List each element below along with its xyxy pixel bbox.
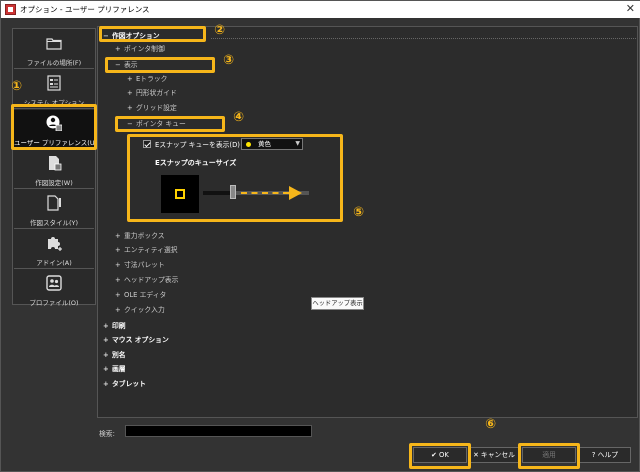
tree-node-label: 印刷 <box>112 322 126 330</box>
expand-icon: + <box>115 276 121 284</box>
tree-node-label: 寸法パレット <box>124 261 165 269</box>
app-icon <box>5 4 16 15</box>
profile-icon <box>46 275 62 291</box>
expand-icon: + <box>115 232 121 240</box>
tree-node-gravity-box[interactable]: + 重力ボックス <box>115 230 165 243</box>
close-icon[interactable]: ✕ <box>626 2 635 15</box>
highlight-box-pointer-cue <box>115 116 225 132</box>
callout-4: ④ <box>233 110 245 125</box>
tree-node-mouse-options[interactable]: + マウス オプション <box>103 334 169 347</box>
help-button[interactable]: ? ヘルプ <box>579 447 631 463</box>
tree-node-grid-settings[interactable]: + グリッド設定 <box>127 102 177 115</box>
highlight-box-apply <box>518 443 580 469</box>
tree-node-label: グリッド設定 <box>136 104 177 112</box>
callout-5: ⑤ <box>353 205 365 220</box>
callout-2: ② <box>214 23 226 38</box>
highlight-box-cue-settings <box>127 134 343 222</box>
tree-node-entity-select[interactable]: + エンティティ選択 <box>115 244 178 257</box>
tree-node-label: 円形状ガイド <box>136 89 177 97</box>
expand-icon: + <box>103 365 109 373</box>
title-bar: オプション - ユーザー プリファレンス ✕ <box>1 1 640 18</box>
drafting-settings-icon <box>49 156 62 171</box>
options-tree-panel <box>97 26 638 418</box>
highlight-box-drawing-options <box>99 26 206 42</box>
expand-icon: + <box>103 336 109 344</box>
divider <box>211 38 636 39</box>
puzzle-icon <box>48 237 62 251</box>
expand-icon: + <box>103 322 109 330</box>
search-input[interactable] <box>125 425 312 437</box>
expand-icon: + <box>103 351 109 359</box>
expand-icon: + <box>115 45 121 53</box>
tree-node-label: ヘッドアップ表示 <box>124 276 179 284</box>
tree-node-label: ポインタ制御 <box>124 45 165 53</box>
tree-node-alias[interactable]: + 別名 <box>103 349 126 362</box>
category-sidebar: ファイルの場所(F) システム オプション ユーザー プリファレンス(U) 作図… <box>12 28 97 307</box>
callout-6: ⑥ <box>485 417 497 432</box>
tree-node-label: Eトラック <box>136 75 168 83</box>
sidebar-item-label: 作図設定(W) <box>35 179 73 187</box>
folder-icon <box>46 38 62 50</box>
tree-node-circle-guide[interactable]: + 円形状ガイド <box>127 87 177 100</box>
expand-icon: + <box>115 246 121 254</box>
sidebar-item-addins[interactable]: アドイン(A) <box>14 230 94 269</box>
cancel-button[interactable]: ✕ キャンセル <box>469 447 519 463</box>
sidebar-item-profiles[interactable]: プロファイル(O) <box>14 270 94 309</box>
tree-node-label: 別名 <box>112 351 126 359</box>
tree-node-label: エンティティ選択 <box>124 246 178 254</box>
sidebar-item-label: アドイン(A) <box>36 259 72 267</box>
tree-node-pointer-control[interactable]: + ポインタ制御 <box>115 43 165 56</box>
tree-node-tablet[interactable]: + タブレット <box>103 378 146 391</box>
sidebar-item-drafting-settings[interactable]: 作図設定(W) <box>14 150 94 189</box>
highlight-box-ok <box>409 443 471 469</box>
tree-node-screen[interactable]: + 画層 <box>103 363 126 376</box>
sidebar-item-label: 作図スタイル(Y) <box>29 219 79 227</box>
sidebar-item-drafting-style[interactable]: 作図スタイル(Y) <box>14 190 94 229</box>
expand-icon: + <box>127 75 133 83</box>
sidebar-item-label: ファイルの場所(F) <box>26 59 82 67</box>
tooltip: ヘッドアップ表示 <box>311 297 364 310</box>
tree-node-label: マウス オプション <box>112 336 169 344</box>
expand-icon: + <box>115 261 121 269</box>
tree-node-label: OLE エディタ <box>124 291 167 299</box>
sidebar-item-label: プロファイル(O) <box>29 299 79 307</box>
callout-3: ③ <box>223 53 235 68</box>
tree-node-label: タブレット <box>112 380 146 388</box>
tree-node-ole-editor[interactable]: + OLE エディタ <box>115 289 166 302</box>
tree-node-label: 画層 <box>112 365 126 373</box>
options-window: オプション - ユーザー プリファレンス ✕ ファイルの場所(F) システム オ… <box>0 0 640 472</box>
tree-node-dimension-palette[interactable]: + 寸法パレット <box>115 259 165 272</box>
tree-node-label: 重力ボックス <box>124 232 165 240</box>
search-label: 検索: <box>99 430 115 438</box>
callout-1: ① <box>11 79 23 94</box>
tree-node-print[interactable]: + 印刷 <box>103 320 126 333</box>
highlight-box-display <box>105 57 215 73</box>
system-options-icon <box>47 75 61 91</box>
sidebar-item-file-locations[interactable]: ファイルの場所(F) <box>14 30 94 69</box>
expand-icon: + <box>127 89 133 97</box>
drafting-style-icon <box>47 195 61 211</box>
tree-node-quick-input[interactable]: + クイック入力 <box>115 304 165 317</box>
tree-node-etrack[interactable]: + Eトラック <box>127 73 167 86</box>
highlight-box-user-preferences <box>11 104 97 150</box>
expand-icon: + <box>103 380 109 388</box>
expand-icon: + <box>115 306 121 314</box>
expand-icon: + <box>127 104 133 112</box>
expand-icon: + <box>115 291 121 299</box>
tree-node-label: クイック入力 <box>124 306 165 314</box>
window-title: オプション - ユーザー プリファレンス <box>20 5 150 14</box>
tree-node-headsup-display[interactable]: + ヘッドアップ表示 <box>115 274 178 287</box>
